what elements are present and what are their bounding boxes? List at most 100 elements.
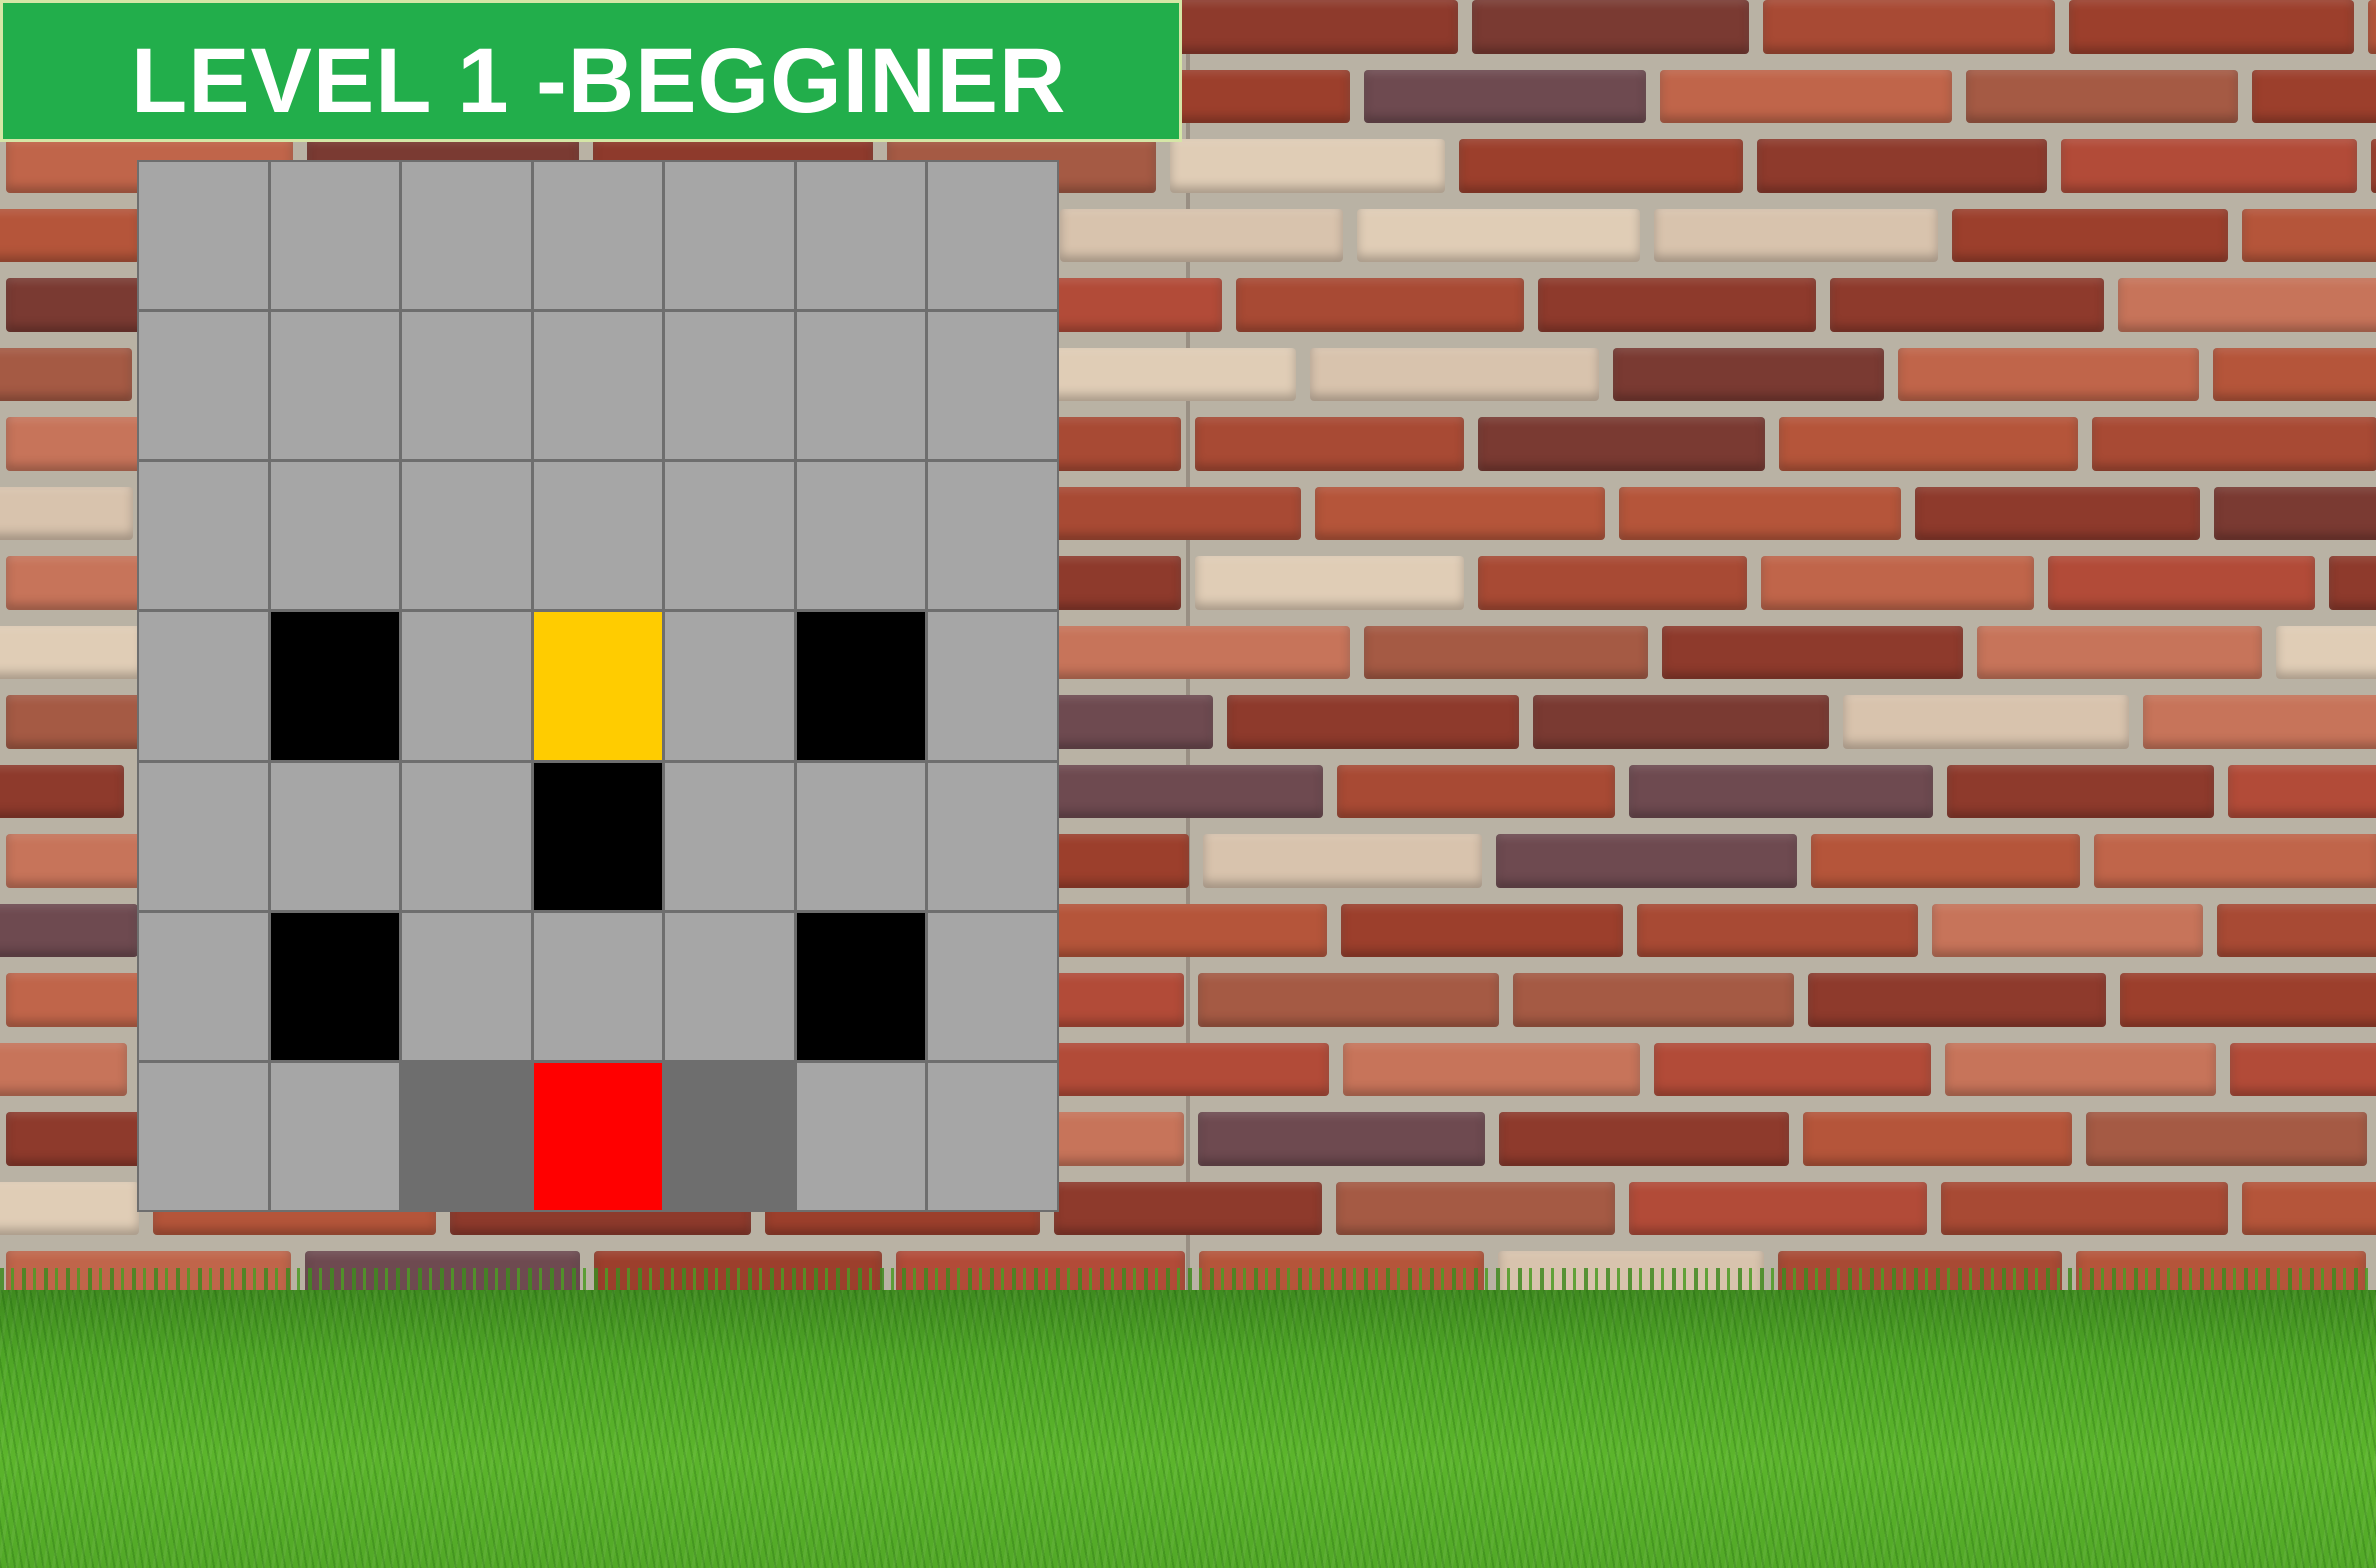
brick: [1811, 834, 2080, 888]
brick: [1227, 695, 1519, 749]
brick: [2252, 69, 2376, 123]
floor-cell[interactable]: [139, 1062, 268, 1210]
brick: [2143, 695, 2376, 749]
floor-cell[interactable]: [533, 162, 663, 310]
floor-cell[interactable]: [402, 462, 531, 610]
level-banner: LEVEL 1 -BEGGINER: [0, 0, 1182, 142]
wall-block[interactable]: [533, 762, 663, 910]
floor-cell[interactable]: [928, 912, 1057, 1060]
floor-cell[interactable]: [402, 612, 531, 760]
brick: [1637, 903, 1918, 957]
brick: [1236, 278, 1524, 332]
brick: [1027, 1042, 1329, 1096]
floor-cell[interactable]: [139, 612, 268, 760]
floor-cell[interactable]: [665, 462, 794, 610]
shaded-cell[interactable]: [665, 1062, 794, 1210]
brick: [1054, 1181, 1322, 1235]
brick: [2069, 0, 2354, 54]
brick: [1898, 347, 2199, 401]
brick: [0, 486, 133, 540]
floor-cell[interactable]: [402, 912, 531, 1060]
floor-cell[interactable]: [270, 1062, 400, 1210]
floor-cell[interactable]: [139, 312, 268, 460]
brick: [1513, 973, 1794, 1027]
brick: [2217, 903, 2376, 957]
floor-cell[interactable]: [665, 162, 794, 310]
floor-cell[interactable]: [928, 1062, 1057, 1210]
floor-cell[interactable]: [270, 762, 400, 910]
brick: [1060, 208, 1343, 262]
brick: [1619, 486, 1901, 540]
brick: [2213, 347, 2376, 401]
brick: [1763, 0, 2055, 54]
floor-cell[interactable]: [533, 912, 663, 1060]
floor-cell[interactable]: [665, 912, 794, 1060]
brick: [1170, 139, 1445, 193]
brick: [2214, 486, 2376, 540]
brick: [1169, 0, 1458, 54]
brick: [1025, 903, 1327, 957]
goal-cell[interactable]: [533, 612, 663, 760]
brick: [2371, 139, 2376, 193]
brick: [0, 1042, 127, 1096]
floor-cell[interactable]: [796, 462, 926, 610]
brick: [1941, 1181, 2228, 1235]
floor-cell[interactable]: [533, 312, 663, 460]
brick: [1472, 0, 1749, 54]
brick: [1808, 973, 2106, 1027]
brick: [1757, 139, 2047, 193]
brick: [0, 208, 140, 262]
player-cell[interactable]: [533, 1062, 663, 1210]
wall-block[interactable]: [270, 612, 400, 760]
floor-cell[interactable]: [270, 162, 400, 310]
floor-cell[interactable]: [139, 162, 268, 310]
brick: [1613, 347, 1884, 401]
floor-cell[interactable]: [928, 612, 1057, 760]
brick: [1843, 695, 2129, 749]
brick: [1499, 1112, 1789, 1166]
brick: [1803, 1112, 2072, 1166]
floor-cell[interactable]: [533, 462, 663, 610]
game-board[interactable]: [137, 160, 1059, 1212]
brick: [1459, 139, 1743, 193]
floor-cell[interactable]: [796, 1062, 926, 1210]
floor-cell[interactable]: [270, 312, 400, 460]
floor-cell[interactable]: [665, 312, 794, 460]
brick: [2094, 834, 2376, 888]
brick: [2329, 556, 2376, 610]
brick: [2242, 208, 2376, 262]
wall-block[interactable]: [796, 612, 926, 760]
floor-cell[interactable]: [928, 762, 1057, 910]
brick: [1629, 1181, 1927, 1235]
floor-cell[interactable]: [796, 762, 926, 910]
brick: [1496, 834, 1797, 888]
floor-cell[interactable]: [928, 162, 1057, 310]
brick: [1364, 625, 1648, 679]
brick: [1341, 903, 1623, 957]
floor-cell[interactable]: [402, 162, 531, 310]
floor-cell[interactable]: [402, 312, 531, 460]
floor-cell[interactable]: [139, 762, 268, 910]
floor-cell[interactable]: [270, 462, 400, 610]
brick: [1198, 1112, 1485, 1166]
brick: [1049, 764, 1323, 818]
brick: [2276, 625, 2376, 679]
floor-cell[interactable]: [796, 162, 926, 310]
floor-cell[interactable]: [665, 762, 794, 910]
brick: [1337, 764, 1615, 818]
floor-cell[interactable]: [139, 462, 268, 610]
shaded-cell[interactable]: [402, 1062, 531, 1210]
floor-cell[interactable]: [402, 762, 531, 910]
wall-block[interactable]: [270, 912, 400, 1060]
floor-cell[interactable]: [928, 312, 1057, 460]
floor-cell[interactable]: [665, 612, 794, 760]
brick: [1932, 903, 2203, 957]
brick: [2086, 1112, 2367, 1166]
floor-cell[interactable]: [139, 912, 268, 1060]
brick: [1195, 417, 1464, 471]
floor-cell[interactable]: [796, 312, 926, 460]
brick: [0, 625, 143, 679]
floor-cell[interactable]: [928, 462, 1057, 610]
brick: [1195, 556, 1464, 610]
wall-block[interactable]: [796, 912, 926, 1060]
